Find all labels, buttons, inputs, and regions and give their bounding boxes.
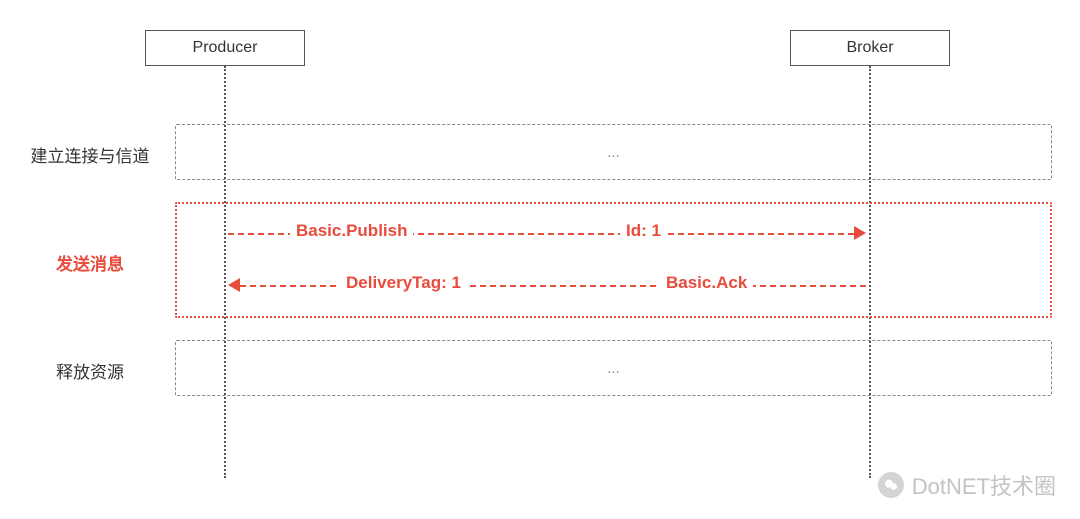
watermark-text: DotNET技术圈	[912, 469, 1056, 501]
msg-publish-label: Basic.Publish	[290, 221, 413, 241]
msg-ack-label: Basic.Ack	[660, 273, 753, 293]
phase-connect-content: ...	[607, 144, 620, 161]
msg-ack-tag: DeliveryTag: 1	[340, 273, 467, 293]
phase-send-box	[175, 202, 1052, 318]
participant-producer-label: Producer	[193, 39, 258, 57]
sequence-diagram: Producer Broker 建立连接与信道 ... 发送消息 Basic.P…	[0, 0, 1080, 519]
phase-send-sidelabel: 发送消息	[25, 250, 155, 275]
participant-broker-label: Broker	[846, 39, 893, 57]
arrow-ack-head	[228, 278, 240, 292]
arrow-ack-line	[240, 285, 866, 287]
msg-publish-id: Id: 1	[620, 221, 667, 241]
phase-release-box: ...	[175, 340, 1052, 396]
participant-broker: Broker	[790, 30, 950, 66]
phase-release-content: ...	[607, 360, 620, 377]
participant-producer: Producer	[145, 30, 305, 66]
phase-connect-sidelabel: 建立连接与信道	[25, 142, 155, 167]
phase-connect-box: ...	[175, 124, 1052, 180]
wechat-icon	[878, 472, 904, 498]
phase-release-sidelabel: 释放资源	[25, 358, 155, 383]
arrow-publish-head	[854, 226, 866, 240]
watermark: DotNET技术圈	[878, 469, 1056, 501]
